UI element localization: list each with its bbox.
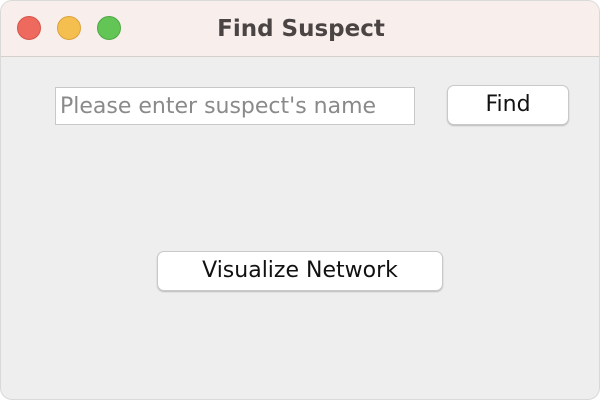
minimize-window-button[interactable] (57, 16, 81, 40)
find-button[interactable]: Find (447, 85, 569, 125)
zoom-window-button[interactable] (97, 16, 121, 40)
close-window-button[interactable] (17, 16, 41, 40)
visualize-network-button[interactable]: Visualize Network (157, 251, 443, 291)
suspect-name-input[interactable] (55, 87, 415, 125)
window-title: Find Suspect (217, 16, 385, 42)
app-window: Find Suspect Find Visualize Network (0, 0, 600, 400)
title-bar[interactable]: Find Suspect (1, 1, 599, 57)
